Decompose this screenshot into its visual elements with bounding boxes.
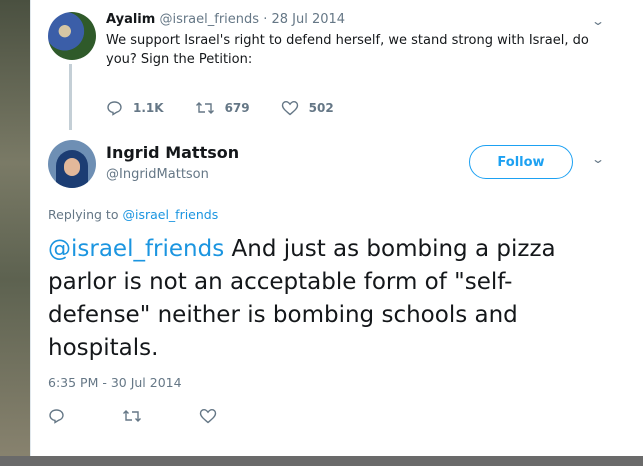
parent-tweet-text: We support Israel's right to defend hers…: [106, 33, 589, 67]
parent-reply-count: 1.1K: [133, 101, 164, 115]
main-author-handle[interactable]: @IngridMattson: [106, 167, 209, 182]
parent-menu-chevron-down-icon[interactable]: ⌄: [591, 14, 605, 28]
reply-icon: [49, 409, 64, 424]
parent-author-name[interactable]: Ayalim: [106, 12, 155, 27]
parent-avatar[interactable]: [48, 12, 96, 60]
thread-connector-line: [69, 64, 72, 130]
replying-to-handle-link[interactable]: @israel_friends: [122, 207, 218, 222]
retweet-icon: [123, 410, 141, 422]
parent-author-handle[interactable]: @israel_friends: [159, 12, 259, 27]
parent-date[interactable]: 28 Jul 2014: [271, 12, 345, 27]
follow-button[interactable]: Follow: [469, 145, 573, 179]
main-menu-chevron-down-icon[interactable]: ⌄: [591, 152, 605, 166]
main-like-button[interactable]: [199, 408, 217, 424]
parent-retweet-button[interactable]: 679: [195, 100, 250, 116]
main-tweet-text: @israel_friends And just as bombing a pi…: [48, 233, 588, 365]
parent-retweet-count: 679: [224, 101, 250, 115]
parent-like-button[interactable]: 502: [281, 100, 334, 116]
main-retweet-button[interactable]: [122, 408, 142, 424]
retweet-icon: [195, 102, 214, 114]
mention-link[interactable]: @israel_friends: [48, 236, 224, 262]
parent-tweet-header: Ayalim @israel_friends · 28 Jul 2014: [106, 12, 345, 27]
main-reply-button[interactable]: [48, 408, 65, 424]
parent-reply-button[interactable]: 1.1K: [106, 100, 164, 116]
page-bottom-edge: [0, 456, 643, 466]
parent-separator: ·: [263, 12, 268, 27]
tweet-card: Ayalim @israel_friends · 28 Jul 2014 ⌄ W…: [30, 0, 643, 456]
parent-action-bar: 1.1K 679 502: [106, 100, 365, 116]
main-author-name[interactable]: Ingrid Mattson: [106, 143, 239, 162]
replying-to-line: Replying to @israel_friends: [48, 207, 218, 222]
reply-icon: [107, 101, 122, 116]
tweet-timestamp[interactable]: 6:35 PM - 30 Jul 2014: [48, 375, 182, 390]
replying-to-label: Replying to: [48, 207, 119, 222]
main-action-bar: [48, 408, 274, 424]
heart-icon: [281, 100, 298, 116]
heart-icon: [199, 408, 217, 424]
parent-like-count: 502: [308, 101, 334, 115]
main-avatar[interactable]: [48, 140, 96, 188]
